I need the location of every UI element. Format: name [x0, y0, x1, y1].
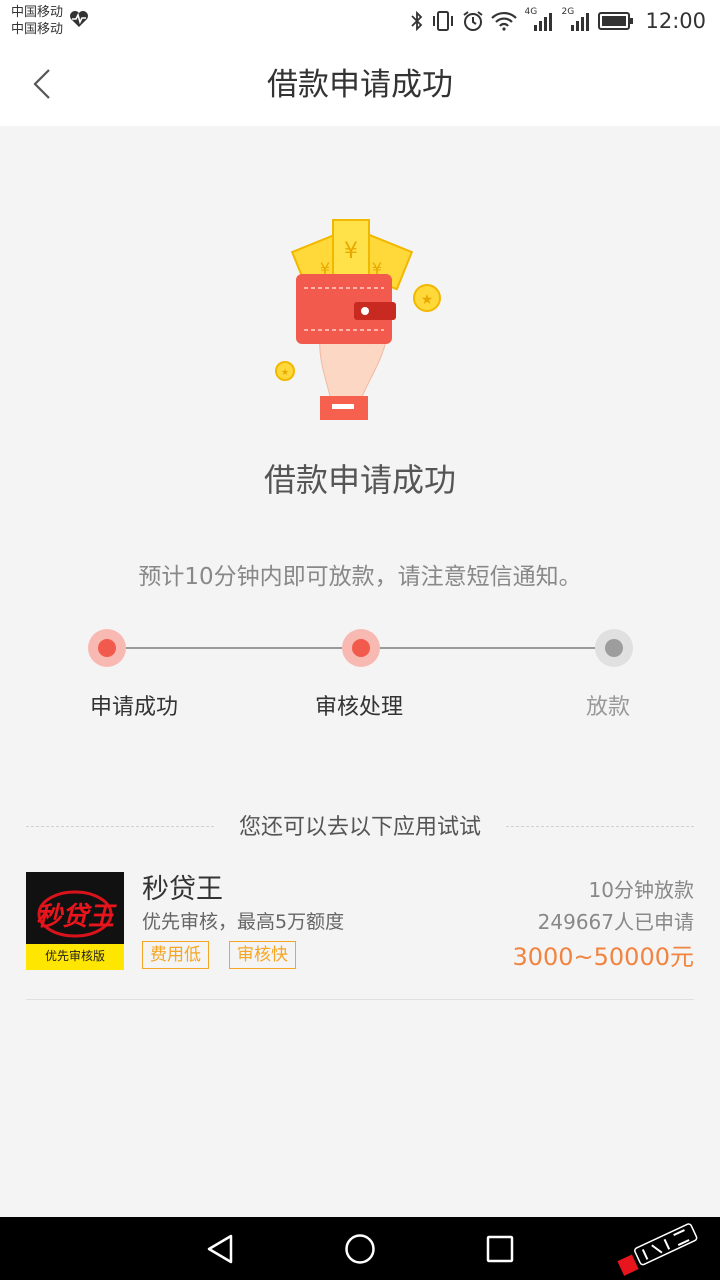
- step-dot-applied: [88, 629, 126, 667]
- signal-2g: 2G: [561, 7, 591, 32]
- step-dot-review: [342, 629, 380, 667]
- status-bar: 中国移动 中国移动 4G 2G 12:00: [0, 0, 720, 42]
- tag-low-fee: 费用低: [142, 941, 209, 969]
- step-dot-disburse: [595, 629, 633, 667]
- progress-connector: [361, 647, 614, 649]
- app-description: 优先审核，最高5万额度: [142, 911, 345, 933]
- disburse-speed: 10分钟放款: [588, 878, 694, 902]
- applicant-count: 249667人已申请: [537, 910, 694, 934]
- square-recents-icon[interactable]: [483, 1232, 517, 1266]
- app-logo-subtitle: 优先审核版: [44, 949, 105, 963]
- app-logo: 秒贷王 优先审核版: [26, 872, 124, 970]
- wifi-icon: [491, 11, 518, 31]
- battery-icon: [598, 12, 634, 30]
- title-bar: 借款申请成功: [0, 42, 720, 126]
- triangle-back-icon[interactable]: [203, 1232, 237, 1266]
- app-card-miaodaiwang[interactable]: 秒贷王 优先审核版 秒贷王 优先审核，最高5万额度 费用低 审核快 10分钟放款…: [26, 866, 694, 1000]
- clock: 12:00: [645, 9, 706, 33]
- wallet-hand-illustration: ¥ ¥ ¥ ★ ★: [275, 219, 441, 420]
- app-name: 秒贷王: [142, 874, 223, 905]
- carrier-2: 中国移动: [11, 22, 64, 37]
- recommend-title: 您还可以去以下应用试试: [238, 815, 481, 840]
- system-nav-bar: [0, 1217, 720, 1280]
- alarm-icon: [463, 11, 484, 31]
- signal-bars-icon: [534, 13, 553, 31]
- bluetooth-icon: [411, 11, 423, 31]
- heart-rate-icon: [70, 11, 88, 27]
- success-title: 借款申请成功: [263, 461, 456, 499]
- wallet: [296, 274, 396, 344]
- status-icons: 4G 2G 12:00: [410, 7, 706, 34]
- page-title: 借款申请成功: [267, 67, 453, 103]
- step-label-disburse: 放款: [586, 695, 631, 720]
- signal-4g: 4G: [524, 7, 554, 32]
- signal-bars-icon: [571, 13, 590, 31]
- progress-connector: [107, 647, 361, 649]
- carrier-labels: 中国移动 中国移动: [11, 4, 63, 38]
- sms-notice-text: 预计10分钟内即可放款，请注意短信通知。: [138, 564, 582, 590]
- carrier-1: 中国移动: [11, 5, 64, 20]
- watermark-logo: [617, 1223, 698, 1276]
- svg-text:★: ★: [421, 292, 434, 308]
- app-logo-title: 秒贷王: [35, 902, 114, 932]
- step-label-applied: 申请成功: [90, 695, 179, 720]
- tag-fast-review: 审核快: [229, 941, 296, 969]
- svg-text:¥: ¥: [344, 239, 358, 264]
- loan-amount-range: 3000~50000元: [512, 943, 694, 971]
- vibrate-icon: [433, 11, 454, 31]
- svg-text:★: ★: [281, 368, 289, 378]
- step-label-review: 审核处理: [315, 695, 404, 720]
- circle-home-icon[interactable]: [343, 1232, 377, 1266]
